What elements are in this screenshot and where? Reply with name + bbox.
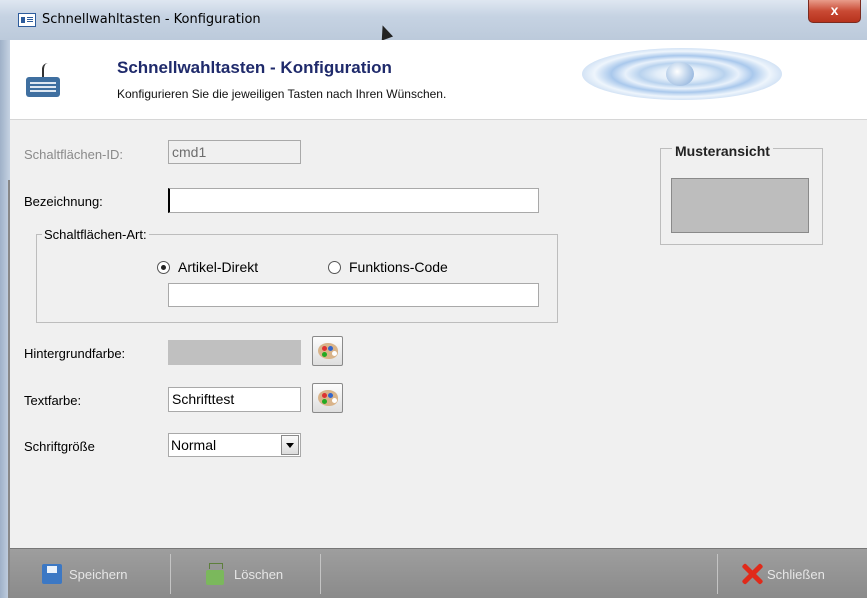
background-color-picker-button[interactable]: [312, 336, 343, 366]
bottom-toolbar: Speichern Löschen Schließen: [10, 548, 867, 598]
header-title: Schnellwahltasten - Konfiguration: [117, 58, 392, 77]
chevron-down-icon[interactable]: [281, 435, 299, 455]
mouse-cursor-icon: [376, 23, 394, 41]
radio-dot[interactable]: [328, 260, 341, 274]
text-color-sample: Schrifttest: [168, 387, 301, 412]
radio-artikel-direkt[interactable]: Artikel-Direkt: [157, 259, 258, 275]
save-button-label: Speichern: [69, 566, 128, 582]
toolbar-divider: [717, 554, 718, 594]
toolbar-divider: [170, 554, 171, 594]
keyboard-icon: [26, 63, 60, 97]
app-form-icon: [18, 13, 36, 27]
save-button[interactable]: Speichern: [42, 549, 128, 598]
recycle-bin-icon: [206, 562, 224, 585]
font-size-value: Normal: [171, 437, 217, 453]
form-body: Schaltflächen-ID: cmd1 Bezeichnung: Scha…: [10, 120, 867, 548]
text-color-picker-button[interactable]: [312, 383, 343, 413]
radio-funktions-code[interactable]: Funktions-Code: [328, 259, 448, 275]
close-button-label: Schließen: [767, 566, 825, 582]
keyboard-keys: [30, 82, 56, 84]
name-label: Bezeichnung:: [24, 194, 103, 209]
keyboard-cord: [42, 63, 50, 77]
window-title: Schnellwahltasten - Konfiguration: [42, 12, 261, 27]
text-color-label: Textfarbe:: [24, 393, 82, 408]
toolbar-divider: [320, 554, 321, 594]
name-input[interactable]: [168, 188, 539, 213]
button-id-label: Schaltflächen-ID:: [24, 147, 123, 162]
radio-dot-selected[interactable]: [157, 260, 170, 274]
font-size-select[interactable]: Normal: [168, 433, 301, 457]
type-value-input[interactable]: [168, 283, 539, 307]
preview-label: Musteransicht: [672, 143, 773, 159]
close-button[interactable]: Schließen: [741, 549, 825, 598]
save-icon: [42, 564, 62, 584]
window-close-button[interactable]: x: [808, 0, 861, 23]
radio-artikel-direkt-label: Artikel-Direkt: [178, 259, 259, 275]
preview-button: [671, 178, 809, 233]
delete-button[interactable]: Löschen: [206, 549, 283, 598]
window-left-border: [0, 40, 10, 598]
delete-button-label: Löschen: [234, 566, 284, 582]
button-id-field: cmd1: [168, 140, 301, 164]
button-type-group: Schaltflächen-Art:: [36, 227, 558, 323]
header-banner: Schnellwahltasten - Konfiguration Konfig…: [10, 40, 867, 120]
close-icon: [741, 563, 763, 585]
button-type-group-label: Schaltflächen-Art:: [44, 227, 147, 242]
title-bar: Schnellwahltasten - Konfiguration x: [0, 0, 867, 41]
header-subtitle: Konfigurieren Sie die jeweiligen Tasten …: [117, 87, 447, 101]
background-color-label: Hintergrundfarbe:: [24, 346, 126, 361]
decorative-orb-icon: [666, 62, 694, 86]
font-size-label: Schriftgröße: [24, 439, 95, 454]
background-color-swatch: [168, 340, 301, 365]
radio-funktions-code-label: Funktions-Code: [349, 259, 448, 275]
config-window: Schnellwahltasten - Konfiguration x Schn…: [0, 0, 867, 598]
